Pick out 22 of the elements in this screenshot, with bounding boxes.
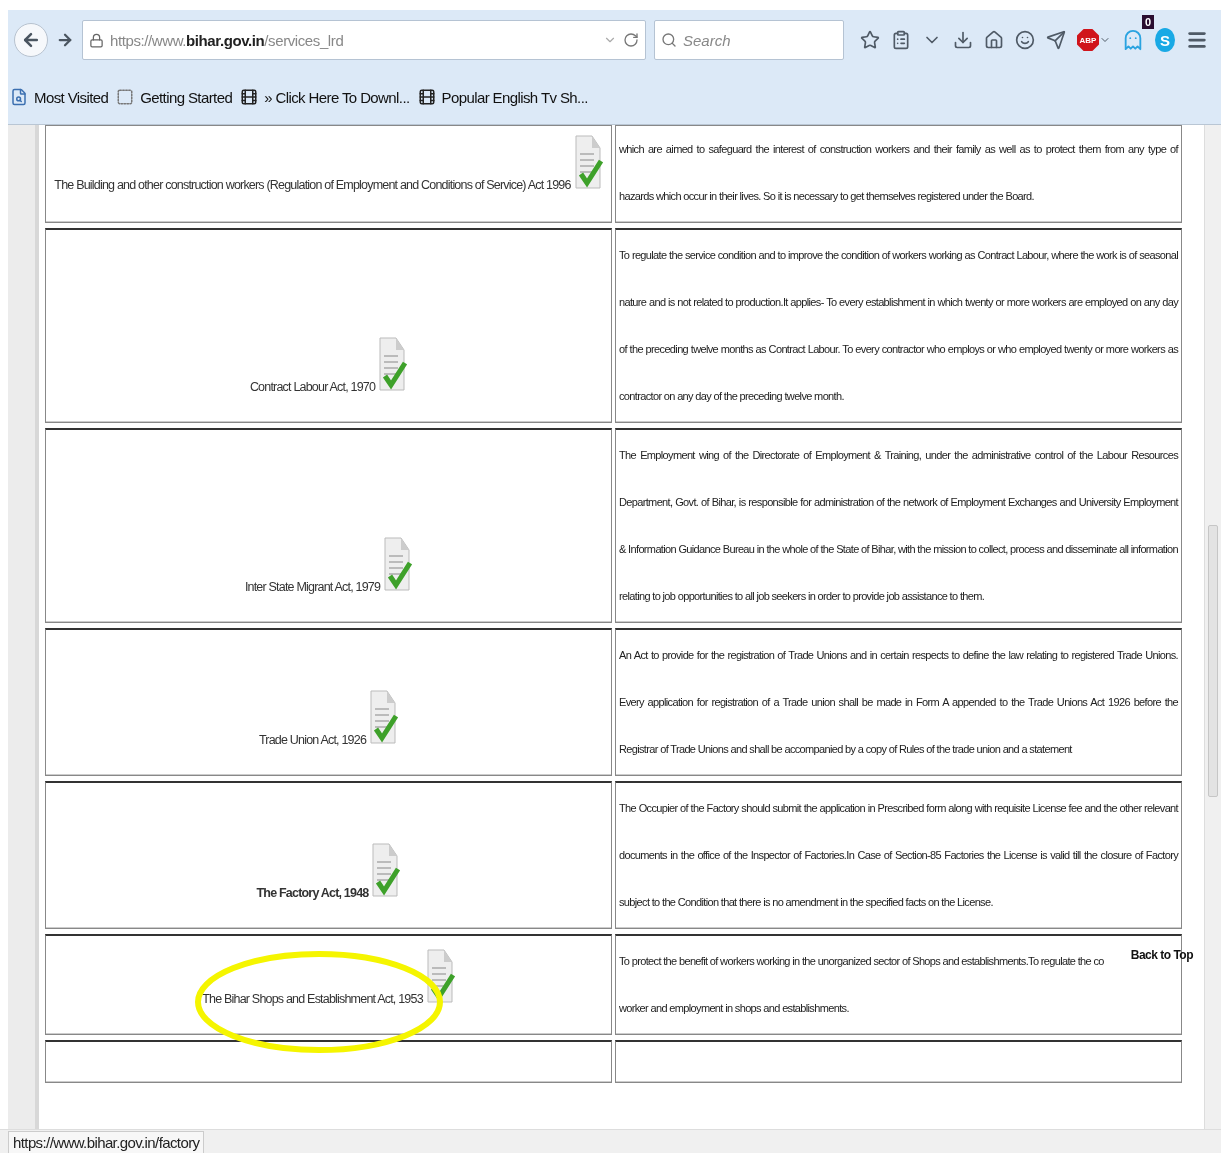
description-text: The Employment wing of the Directorate of Employment & Training, under the administrative control of the Labour Resources Department, Govt. of Bihar, is responsible for administration of the network of Employment Exchanges and University Employment & Information Guidance Bureau in the whole of the State of Bihar, with the mission to collect, process and disseminate all information relating to job opportunities to all job seekers in order to provide job assistance to them. <box>619 448 1178 604</box>
url-text: https://www.bihar.gov.in/services_lrd <box>110 31 345 49</box>
act-link[interactable]: The Building and other construction workers (Regulation of Employment and Conditions of Service) Act 1996 <box>54 178 571 192</box>
back-to-top-link[interactable]: Back to Top <box>1130 948 1193 962</box>
act-link[interactable]: The Factory Act, 1948 <box>256 886 369 900</box>
description-text: To regulate the service condition and to improve the condition of workers working as Contract Labour, where the work is of seasonal nature and is not related to production.It applies- To every establishment in which twenty or more workers are employed on any day of the preceding twelve months as Contract Labour. To every contractor who employs or who employed twenty or more workers as contractor on any day of the preceding twelve month. <box>619 248 1178 404</box>
count-badge: 0 <box>1141 15 1154 29</box>
act-link[interactable]: Inter State Migrant Act, 1979 <box>244 580 381 594</box>
description-text: The Occupier of the Factory should submit the application in Prescribed form along with requisite License fee and the other relevant documents in the office of the Inspector of Factories.In Case of Section-85 Factories the License is valid till the closure of Factory subject to the Condition that there is no amendment in the specified facts on the License. <box>619 801 1178 910</box>
search-field[interactable]: Search <box>654 20 844 60</box>
act-link[interactable]: The Bihar Shops and Establishment Act, 1953 <box>202 992 423 1006</box>
description-text: An Act to provide for the registration of Trade Unions and in certain respects to define the law relating to registered Trade Unions. Every application for registration of a Trade union shall be made in Form A appended to the Trade Unions Act 1926 before the Registrar of Trade Unions and shall be accompanied by a copy of Rules of the trade union and a statement <box>619 648 1178 757</box>
bookmark-item[interactable]: Popular English Tv Sh... <box>417 88 588 106</box>
description-text: which are aimed to safeguard the interest of construction workers and their family as well as to protect them from any type of hazards which occur in their lives. So it is necessary to get themselves registered under the Board. <box>619 142 1178 204</box>
bookmark-item[interactable]: Getting Started <box>116 88 233 106</box>
bookmark-item[interactable]: Most Visited <box>10 88 109 106</box>
bookmark-item[interactable]: » Click Here To Downl... <box>240 88 410 106</box>
status-url: https://www.bihar.gov.in/factory <box>8 1130 205 1153</box>
act-link[interactable]: Trade Union Act, 1926 <box>258 733 367 747</box>
act-link[interactable]: Contract Labour Act, 1970 <box>249 380 376 394</box>
address-bar[interactable]: https://www.bihar.gov.in/services_lrd <box>82 20 646 60</box>
description-text: worker and employment in shops and establishments. <box>619 1001 850 1016</box>
